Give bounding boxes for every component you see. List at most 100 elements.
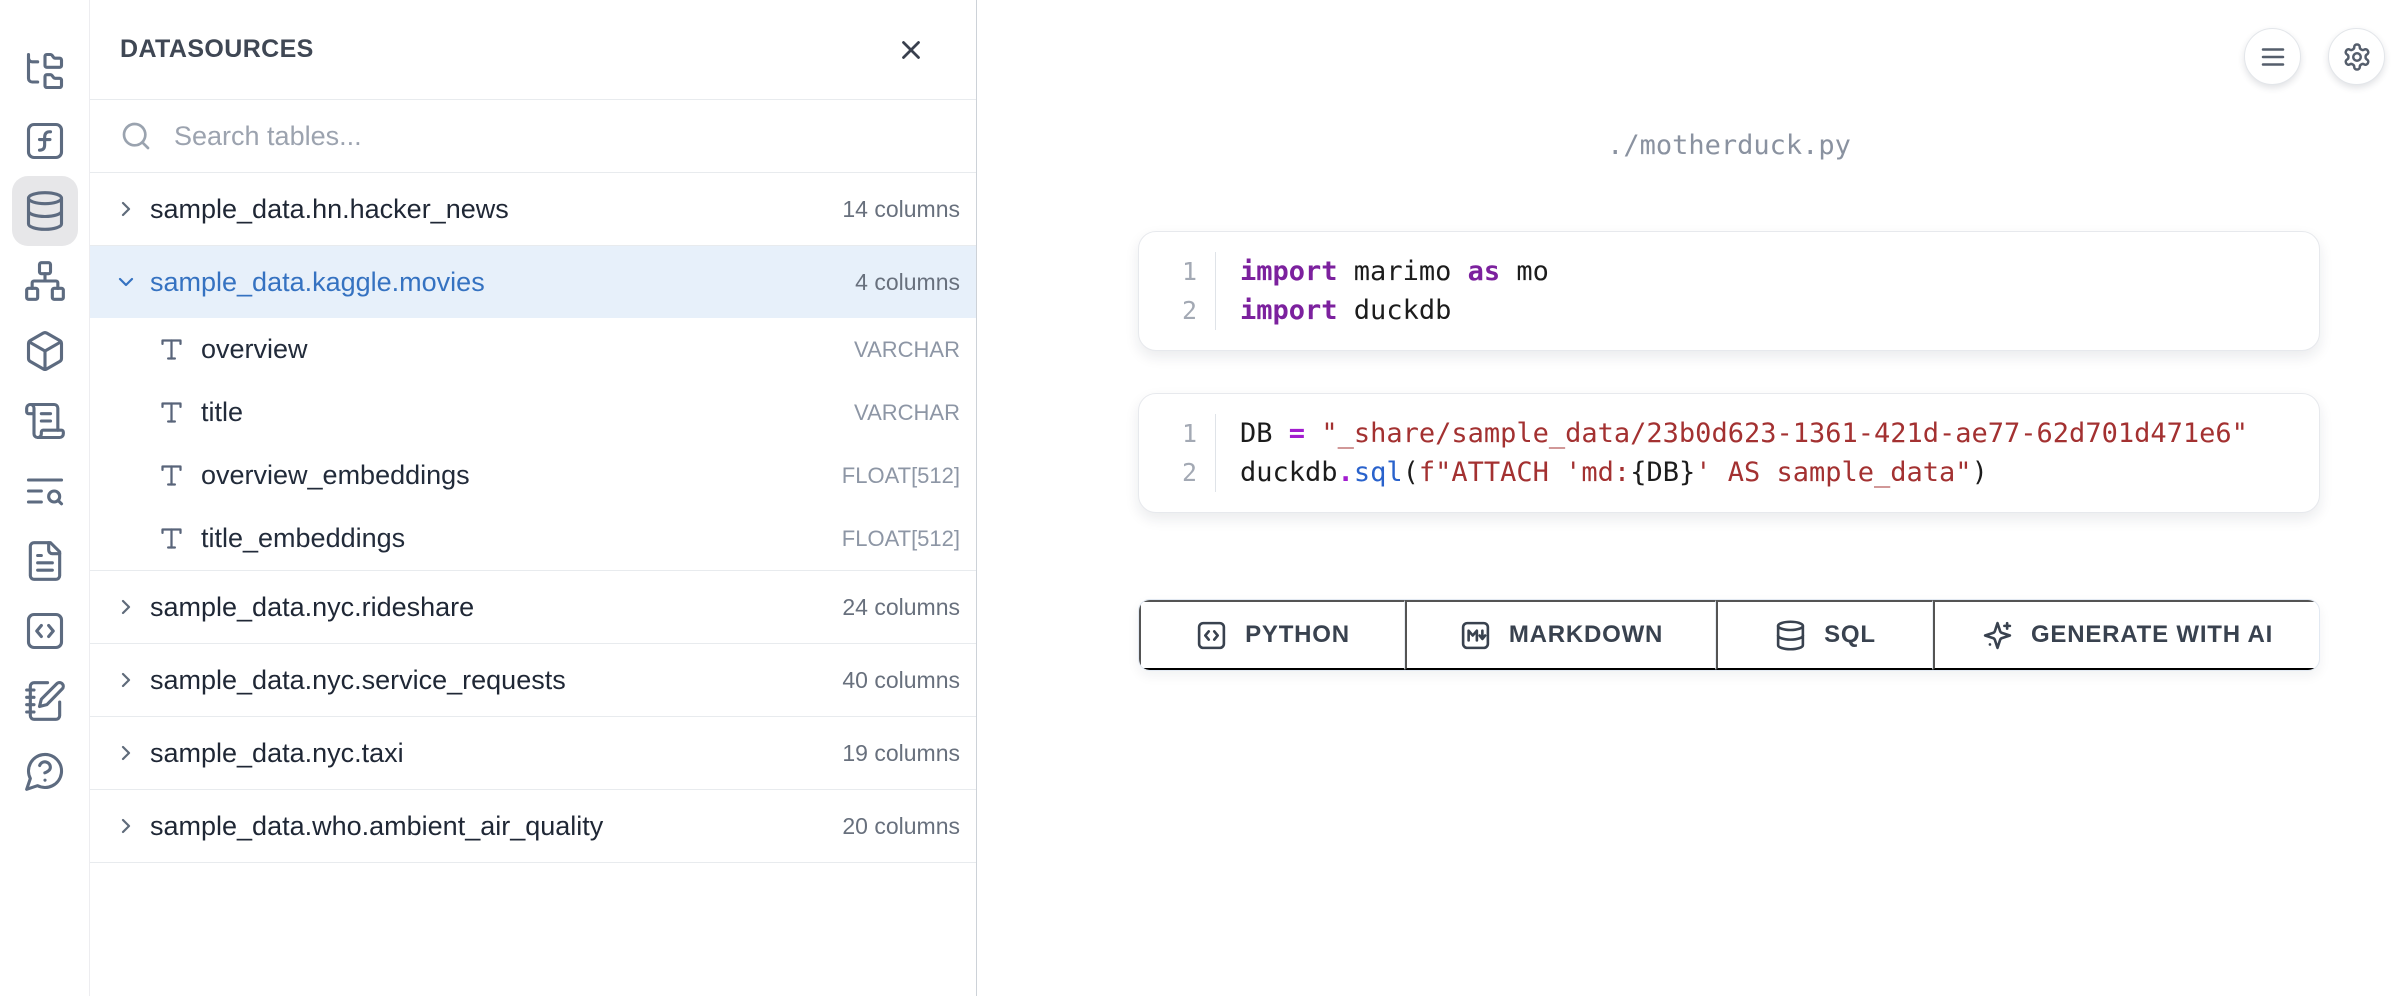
- add-cell-markdown-button[interactable]: MARKDOWN: [1405, 600, 1716, 670]
- sidebar-item-logs[interactable]: [12, 386, 78, 456]
- table-column-count: 4 columns: [855, 269, 960, 296]
- table-name: sample_data.kaggle.movies: [150, 267, 843, 298]
- line-number-gutter: 12: [1139, 252, 1215, 330]
- column-row[interactable]: title VARCHAR: [90, 381, 976, 444]
- table-name: sample_data.hn.hacker_news: [150, 194, 830, 225]
- table-name: sample_data.nyc.taxi: [150, 738, 830, 769]
- sidebar-item-packages[interactable]: [12, 316, 78, 386]
- code-square-icon: [23, 609, 67, 653]
- code-cell[interactable]: 12import marimo as moimport duckdb: [1138, 231, 2320, 351]
- sidebar-item-scratchpad[interactable]: [12, 666, 78, 736]
- chevron-right-icon: [114, 741, 138, 765]
- chevron-down-icon: [114, 270, 138, 294]
- table-row[interactable]: sample_data.kaggle.movies 4 columns: [90, 246, 976, 318]
- column-row[interactable]: title_embeddingsFLOAT[512]: [90, 507, 976, 570]
- notebook-filename: ./motherduck.py: [1138, 130, 2320, 161]
- table-name: sample_data.nyc.rideshare: [150, 592, 830, 623]
- sidebar-item-tracebacks[interactable]: [12, 456, 78, 526]
- column-type: FLOAT[512]: [842, 463, 960, 489]
- sidebar-item-variables[interactable]: [12, 106, 78, 176]
- notebook-main-area: ./motherduck.py 12import marimo as moimp…: [977, 0, 2399, 996]
- table-group: sample_data.nyc.service_requests 40 colum…: [90, 644, 976, 717]
- add-cell-bar: PYTHON MARKDOWN SQL GENERATE WITH AI: [1138, 599, 2320, 671]
- table-column-count: 24 columns: [842, 594, 960, 621]
- add-cell-button-label: MARKDOWN: [1509, 621, 1663, 649]
- type-icon: [158, 336, 185, 363]
- scroll-text-icon: [23, 399, 67, 443]
- file-tree-icon: [23, 49, 67, 93]
- column-type: FLOAT[512]: [842, 526, 960, 552]
- search-icon: [120, 120, 152, 152]
- database-icon: [1774, 619, 1807, 652]
- settings-button[interactable]: [2328, 28, 2385, 85]
- search-row: [90, 100, 976, 173]
- hamburger-menu-icon: [2258, 42, 2288, 72]
- chevron-right-icon: [114, 595, 138, 619]
- type-icon: [158, 525, 185, 552]
- add-cell-button-label: PYTHON: [1245, 621, 1350, 649]
- cells-container: 12import marimo as moimport duckdb12DB =…: [1138, 231, 2320, 513]
- icon-sidebar: [0, 0, 90, 996]
- notebook-column: ./motherduck.py 12import marimo as moimp…: [1138, 130, 2320, 671]
- table-group: sample_data.hn.hacker_news 14 columns: [90, 173, 976, 246]
- code-editor[interactable]: DB = "_share/sample_data/23b0d623-1361-4…: [1215, 414, 2248, 492]
- column-type: VARCHAR: [854, 400, 960, 426]
- table-column-count: 40 columns: [842, 667, 960, 694]
- panel-title: DATASOURCES: [120, 35, 314, 64]
- table-list: sample_data.hn.hacker_news14 columnssamp…: [90, 173, 976, 996]
- database-icon: [23, 189, 67, 233]
- text-search-icon: [23, 469, 67, 513]
- sidebar-item-files[interactable]: [12, 36, 78, 106]
- notebook-menu-button[interactable]: [2244, 28, 2301, 85]
- column-name: overview: [201, 334, 838, 365]
- add-cell-sql-button[interactable]: SQL: [1716, 600, 1933, 670]
- sidebar-item-snippets[interactable]: [12, 596, 78, 666]
- table-column-count: 19 columns: [842, 740, 960, 767]
- table-row[interactable]: sample_data.nyc.rideshare 24 columns: [90, 571, 976, 643]
- table-row[interactable]: sample_data.hn.hacker_news 14 columns: [90, 173, 976, 245]
- table-row[interactable]: sample_data.nyc.taxi 19 columns: [90, 717, 976, 789]
- column-row[interactable]: overview_embeddings FLOAT[512]: [90, 444, 976, 507]
- table-group: sample_data.who.ambient_air_quality20 co…: [90, 790, 976, 863]
- add-cell-button-label: SQL: [1824, 621, 1876, 649]
- code-editor[interactable]: import marimo as moimport duckdb: [1215, 252, 1549, 330]
- sidebar-item-dependencies[interactable]: [12, 246, 78, 316]
- type-icon: [158, 399, 185, 426]
- gear-icon: [2342, 42, 2372, 72]
- table-name: sample_data.who.ambient_air_quality: [150, 811, 830, 842]
- add-cell-generate-with-ai-button[interactable]: GENERATE WITH AI: [1933, 600, 2319, 670]
- column-row[interactable]: overview VARCHAR: [90, 318, 976, 381]
- code-square-icon: [1195, 619, 1228, 652]
- chevron-right-icon: [114, 814, 138, 838]
- table-group: sample_data.nyc.taxi 19 columns: [90, 717, 976, 790]
- file-text-icon: [23, 539, 67, 583]
- column-name: title: [201, 397, 838, 428]
- column-name: overview_embeddings: [201, 460, 826, 491]
- table-row[interactable]: sample_data.nyc.service_requests 40 colum…: [90, 644, 976, 716]
- datasources-panel: DATASOURCES sample_data.hn.hacker_news 14…: [90, 0, 977, 996]
- table-row[interactable]: sample_data.who.ambient_air_quality20 co…: [90, 790, 976, 862]
- chevron-right-icon: [114, 197, 138, 221]
- add-cell-button-label: GENERATE WITH AI: [2031, 621, 2273, 649]
- chevron-right-icon: [114, 668, 138, 692]
- table-group: sample_data.kaggle.movies 4 columns overvi…: [90, 246, 976, 571]
- app-window: DATASOURCES sample_data.hn.hacker_news 14…: [0, 0, 2399, 996]
- close-panel-button[interactable]: [890, 29, 932, 71]
- column-type: VARCHAR: [854, 337, 960, 363]
- top-actions: [2244, 28, 2385, 85]
- help-chat-icon: [23, 749, 67, 793]
- search-tables-input[interactable]: [174, 121, 946, 152]
- function-square-icon: [23, 119, 67, 163]
- code-cell[interactable]: 12DB = "_share/sample_data/23b0d623-1361…: [1138, 393, 2320, 513]
- table-column-count: 14 columns: [842, 196, 960, 223]
- package-icon: [23, 329, 67, 373]
- add-cell-python-button[interactable]: PYTHON: [1139, 600, 1405, 670]
- markdown-square-icon: [1459, 619, 1492, 652]
- sidebar-item-help[interactable]: [12, 736, 78, 806]
- table-name: sample_data.nyc.service_requests: [150, 665, 830, 696]
- close-icon: [896, 35, 926, 65]
- sidebar-item-datasources[interactable]: [12, 176, 78, 246]
- network-icon: [23, 259, 67, 303]
- panel-header: DATASOURCES: [90, 0, 976, 100]
- sidebar-item-documentation[interactable]: [12, 526, 78, 596]
